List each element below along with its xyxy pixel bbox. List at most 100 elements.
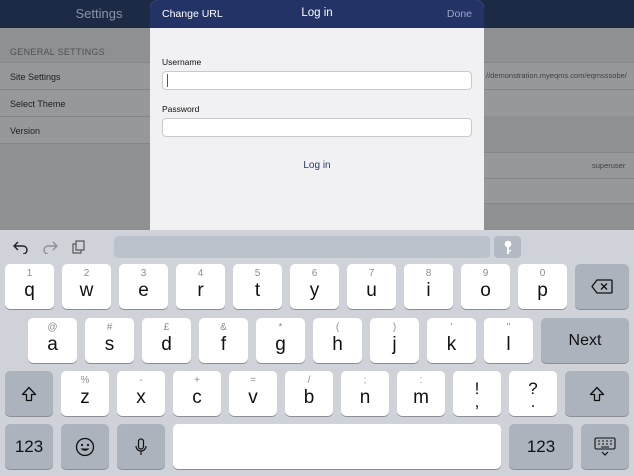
key-hint: 5 xyxy=(254,268,261,279)
microphone-icon xyxy=(117,424,165,469)
shift-key-right[interactable] xyxy=(565,371,629,416)
emoji-icon xyxy=(61,424,109,469)
numbers-key-label: 123 xyxy=(526,436,556,456)
paste-icon[interactable] xyxy=(70,238,88,256)
key-letter: u xyxy=(366,280,377,301)
numbers-key-left[interactable]: 123 xyxy=(5,424,53,469)
background-row-site-settings: Site Settings xyxy=(0,62,150,89)
key-d[interactable]: £ d xyxy=(142,318,191,363)
key-k[interactable]: ' k xyxy=(427,318,476,363)
key-letter: q xyxy=(24,280,35,301)
key-hint: 1 xyxy=(26,268,33,279)
key-hint: 7 xyxy=(368,268,375,279)
key-letter: c xyxy=(192,387,202,408)
key-hint: 6 xyxy=(311,268,318,279)
key-hint: @ xyxy=(47,322,58,333)
key-u[interactable]: 7u xyxy=(347,264,396,309)
backspace-icon xyxy=(575,264,629,309)
key-letter: s xyxy=(104,334,115,355)
key-letter: t xyxy=(254,280,261,301)
numbers-key-label: 123 xyxy=(14,436,44,456)
key-h[interactable]: (h xyxy=(313,318,362,363)
background-row-version: Version xyxy=(0,116,150,144)
key-i[interactable]: 8i xyxy=(404,264,453,309)
key-letter: a xyxy=(47,334,58,355)
emoji-key[interactable] xyxy=(61,424,109,469)
key-letter: h xyxy=(332,334,343,355)
key-p[interactable]: 0p xyxy=(518,264,567,309)
numbers-key-right[interactable]: 123 xyxy=(509,424,573,469)
key-hint: + xyxy=(194,375,200,386)
key-t[interactable]: 5t xyxy=(233,264,282,309)
key-letter: y xyxy=(309,280,320,301)
background-site-url: //demonstration.myeqms.com/eqmsssobe/ xyxy=(486,71,627,80)
key-x[interactable]: -x xyxy=(117,371,165,416)
key-j[interactable]: ) j xyxy=(370,318,419,363)
key-l[interactable]: " l xyxy=(484,318,533,363)
key-hint: 9 xyxy=(482,268,489,279)
key-letter: m xyxy=(413,387,429,408)
modal-nav-bar: Change URL Log in Done xyxy=(150,0,484,28)
key-letter: n xyxy=(359,387,371,408)
shift-icon xyxy=(5,371,53,416)
username-input[interactable] xyxy=(162,71,472,90)
key-letter: b xyxy=(303,387,315,408)
password-input[interactable] xyxy=(162,118,472,137)
key-v[interactable]: = v xyxy=(229,371,277,416)
key-question-period[interactable]: ? . xyxy=(509,371,557,416)
background-right-row-4 xyxy=(484,178,634,204)
key-letter: l xyxy=(506,334,511,355)
key-c[interactable]: + c xyxy=(173,371,221,416)
next-key[interactable]: Next xyxy=(541,318,629,363)
key-hint: 0 xyxy=(539,268,546,279)
next-key-label: Next xyxy=(568,331,602,349)
login-button[interactable]: Log in xyxy=(150,160,484,171)
key-r[interactable]: 4r xyxy=(176,264,225,309)
key-letter: o xyxy=(480,280,491,301)
key-letter: v xyxy=(248,387,258,408)
space-key[interactable] xyxy=(173,424,501,469)
text-caret xyxy=(167,74,168,87)
done-button[interactable]: Done xyxy=(447,8,472,20)
key-hint: % xyxy=(80,375,90,386)
key-m[interactable]: :m xyxy=(397,371,445,416)
key-f[interactable]: & f xyxy=(199,318,248,363)
key-hint: ; xyxy=(363,375,367,386)
key-hint: # xyxy=(106,322,113,333)
key-hint: 3 xyxy=(140,268,147,279)
key-hint: 8 xyxy=(425,268,432,279)
key-letter: r xyxy=(197,280,204,301)
dismiss-keyboard-key[interactable] xyxy=(581,424,629,469)
username-label: Username xyxy=(162,57,202,67)
key-hint: ( xyxy=(335,322,340,333)
key-hint: " xyxy=(506,322,511,333)
key-b[interactable]: / b xyxy=(285,371,333,416)
key-hint: 2 xyxy=(83,268,90,279)
key-n[interactable]: ; n xyxy=(341,371,389,416)
shift-icon xyxy=(565,371,629,416)
key-y[interactable]: 6y xyxy=(290,264,339,309)
key-e[interactable]: 3e xyxy=(119,264,168,309)
key-hint: / xyxy=(307,375,311,386)
key-letter: k xyxy=(446,334,457,355)
key-g[interactable]: * g xyxy=(256,318,305,363)
login-modal: Change URL Log in Done Username Password… xyxy=(150,0,484,230)
dictation-key[interactable] xyxy=(117,424,165,469)
redo-icon[interactable] xyxy=(41,238,59,256)
key-exclamation-comma[interactable]: ! , xyxy=(453,371,501,416)
key-hint: * xyxy=(278,322,283,333)
key-o[interactable]: 9o xyxy=(461,264,510,309)
backspace-key[interactable] xyxy=(575,264,629,309)
background-section-header: GENERAL SETTINGS xyxy=(10,47,105,57)
key-hint: - xyxy=(139,375,143,386)
key-a[interactable]: @ a xyxy=(28,318,77,363)
key-w[interactable]: 2w xyxy=(62,264,111,309)
key-letter: j xyxy=(392,334,397,355)
key-z[interactable]: % z xyxy=(61,371,109,416)
password-label: Password xyxy=(162,104,200,114)
key-icon[interactable] xyxy=(494,236,521,258)
shift-key-left[interactable] xyxy=(5,371,53,416)
key-s[interactable]: # s xyxy=(85,318,134,363)
key-q[interactable]: 1q xyxy=(5,264,54,309)
undo-icon[interactable] xyxy=(12,238,30,256)
